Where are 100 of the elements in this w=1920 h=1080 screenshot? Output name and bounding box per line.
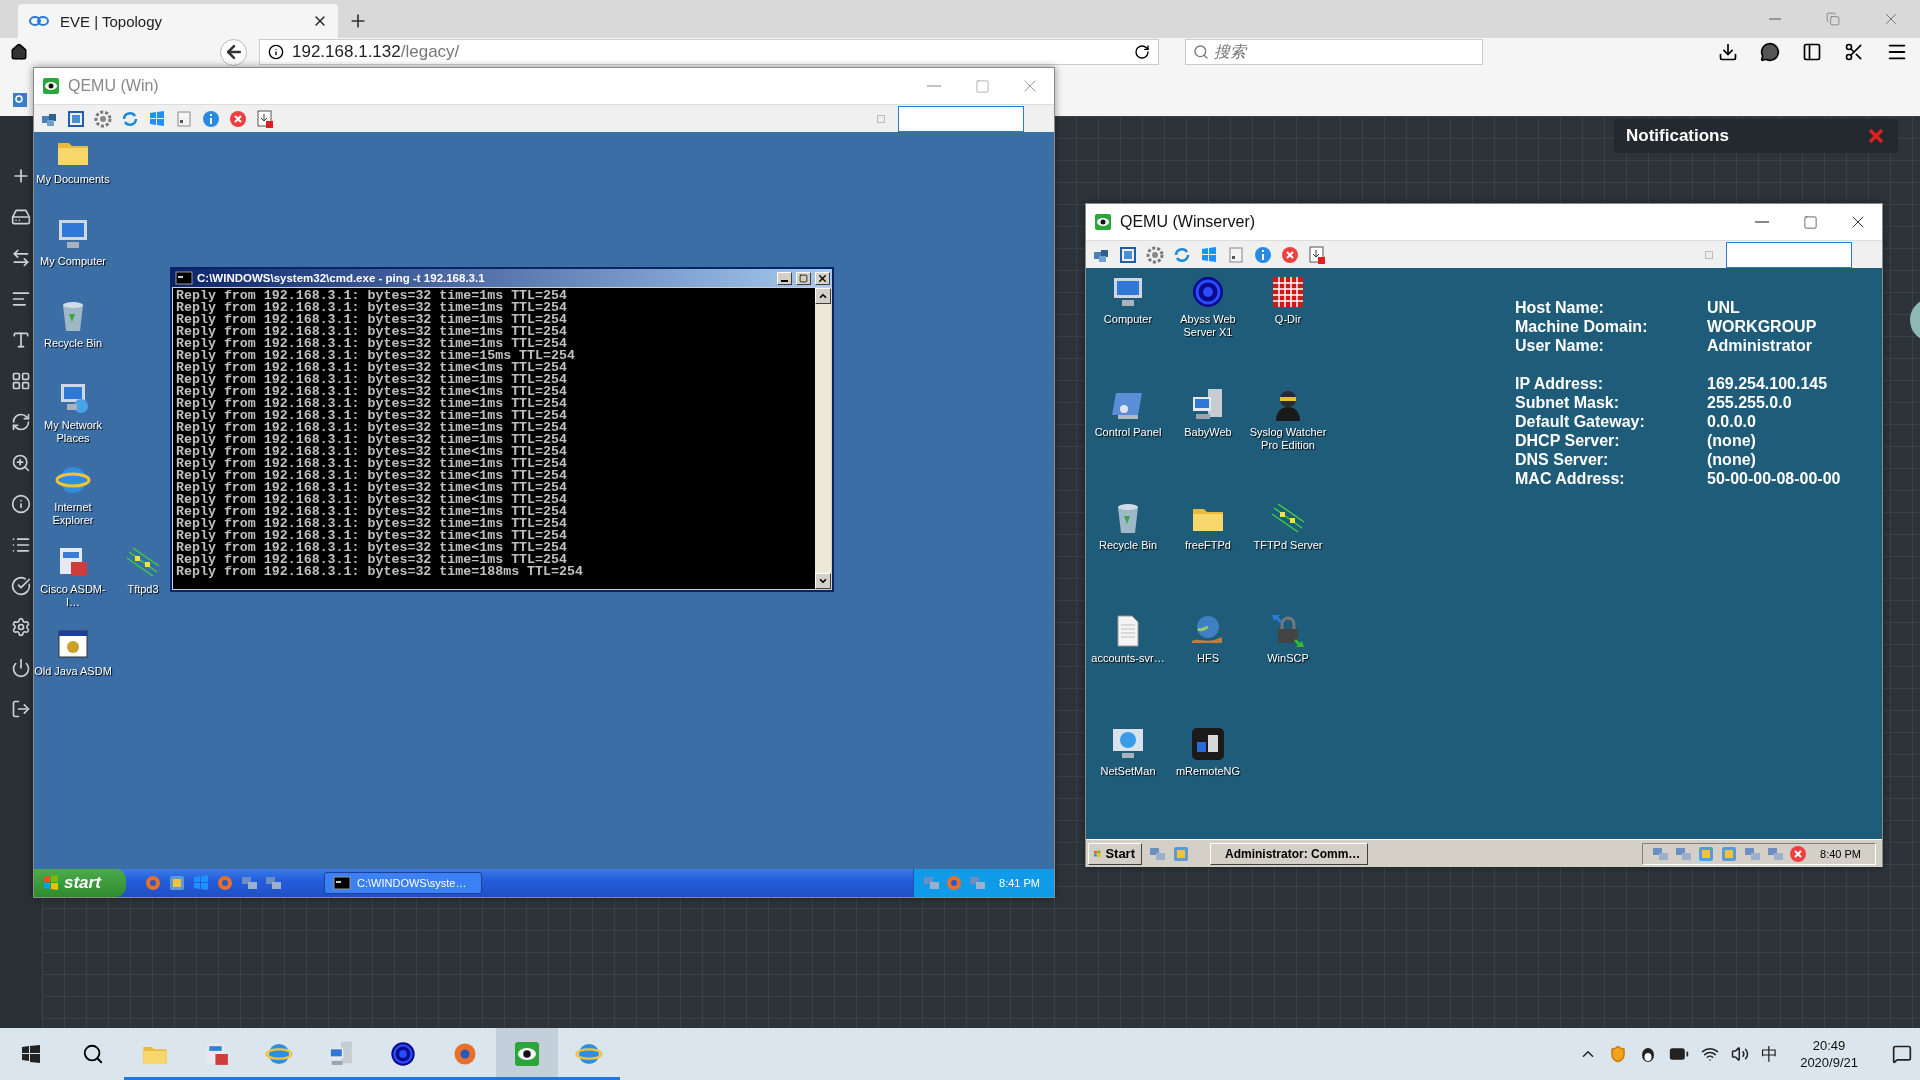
- browser-tab[interactable]: EVE | Topology: [18, 4, 338, 38]
- info-value: (none): [1707, 450, 1757, 469]
- console-line: Reply from 192.168.3.1: bytes=32 time=1ms TTL=254: [176, 554, 567, 566]
- desktop-shortcut[interactable]: My Network Places: [34, 380, 112, 445]
- refresh-icon: [1173, 245, 1191, 264]
- desktop-shortcut[interactable]: Recycle Bin: [1098, 500, 1158, 552]
- input-field[interactable]: [898, 105, 1024, 132]
- desktop-shortcut[interactable]: Q-Dir: [1270, 274, 1306, 326]
- desktop-shortcut[interactable]: accounts-svr…: [1091, 613, 1165, 665]
- quick-launch-button[interactable]: [264, 874, 282, 892]
- toolbar-button[interactable]: [254, 107, 276, 130]
- shield-icon[interactable]: [1609, 1045, 1628, 1063]
- desktop-shortcut[interactable]: Old Java ASDM: [34, 626, 112, 678]
- quick-launch-button[interactable]: [168, 874, 186, 892]
- refresh-icon[interactable]: [11, 412, 31, 432]
- reload-icon[interactable]: [1134, 44, 1150, 60]
- scroll-up-button[interactable]: [815, 288, 831, 304]
- desktop-shortcut[interactable]: My Documents: [36, 134, 110, 186]
- desktop-shortcut[interactable]: TFTPd Server: [1253, 500, 1323, 552]
- drive-icon[interactable]: [11, 207, 31, 227]
- shortcut-label: Abyss Web Server X1: [1179, 313, 1237, 339]
- home-icon[interactable]: [10, 43, 28, 61]
- maximize-icon: [974, 78, 990, 94]
- chat-icon[interactable]: [1760, 42, 1780, 62]
- volume-icon[interactable]: [1731, 1045, 1750, 1063]
- desktop-shortcut[interactable]: HFS: [1190, 613, 1226, 665]
- settings-icon: [1146, 245, 1164, 264]
- list-icon[interactable]: [11, 289, 31, 309]
- scroll-down-button[interactable]: [815, 573, 831, 589]
- info-label: IP Address:: [1515, 374, 1605, 393]
- desktop-shortcut[interactable]: Control Panel: [1094, 387, 1162, 439]
- eye-icon: [513, 1040, 541, 1068]
- logout-icon[interactable]: [11, 699, 31, 719]
- scissors-icon[interactable]: [1844, 42, 1864, 62]
- shortcut-label: WinSCP: [1267, 652, 1309, 665]
- info-label: DHCP Server:: [1515, 431, 1621, 450]
- sidebar-icon[interactable]: [1802, 42, 1822, 62]
- close-button[interactable]: [815, 271, 830, 285]
- windows-logo-icon: [148, 109, 166, 128]
- minimize-button[interactable]: [777, 271, 792, 285]
- clock[interactable]: 20:49 2020/9/21: [1800, 1037, 1858, 1071]
- desktop-shortcut[interactable]: My Computer: [40, 216, 106, 268]
- search-field[interactable]: 搜索: [1185, 39, 1483, 65]
- console-line: Reply from 192.168.3.1: bytes=32 time=1ms TTL=254: [176, 302, 568, 314]
- tftp-icon: [125, 544, 161, 580]
- document-icon: [175, 109, 193, 128]
- desktop-shortcut[interactable]: NetSetMan: [1100, 726, 1156, 778]
- notifications-icon[interactable]: [1892, 1044, 1912, 1064]
- console-line: Reply from 192.168.3.1: bytes=32 time<1ms TTL=254: [176, 386, 568, 398]
- grid-icon[interactable]: [11, 371, 31, 391]
- back-button[interactable]: [220, 38, 247, 66]
- maximize-button[interactable]: [796, 271, 811, 285]
- window-title: QEMU (Win): [68, 77, 159, 95]
- bookmark-icon[interactable]: [12, 92, 28, 108]
- desktop-shortcut[interactable]: Tftpd3: [125, 544, 161, 596]
- zoom-icon[interactable]: [11, 453, 31, 473]
- start-button[interactable]: start: [34, 869, 126, 897]
- desktop-shortcut[interactable]: Computer: [1103, 274, 1153, 326]
- minimize-icon: [927, 85, 941, 87]
- settings-icon[interactable]: [11, 617, 31, 637]
- wifi-icon[interactable]: [1701, 1045, 1720, 1063]
- start-button[interactable]: Start: [1088, 842, 1142, 865]
- download-icon[interactable]: [1718, 42, 1738, 62]
- info-icon[interactable]: [11, 494, 31, 514]
- desktop-shortcut[interactable]: Syslog Watcher Pro Edition: [1249, 387, 1327, 452]
- desktop-shortcut[interactable]: WinSCP: [1267, 613, 1309, 665]
- power-icon[interactable]: [11, 658, 31, 678]
- shortcut-label: mRemoteNG: [1175, 765, 1241, 778]
- desktop-shortcut[interactable]: BabyWeb: [1184, 387, 1232, 439]
- input-field[interactable]: [1726, 241, 1852, 268]
- quick-launch-button[interactable]: [240, 874, 258, 892]
- desktop-shortcut[interactable]: mRemoteNG: [1175, 726, 1241, 778]
- minimize-icon: [1769, 18, 1781, 20]
- console-line: Reply from 192.168.3.1: bytes=32 time<1ms TTL=254: [176, 542, 568, 554]
- arrows-icon[interactable]: [11, 248, 31, 268]
- shortcut-label: Syslog Watcher Pro Edition: [1249, 426, 1327, 452]
- taskbar-task[interactable]: Administrator: Comm…: [1210, 842, 1368, 865]
- info-value: WORKGROUP: [1707, 317, 1818, 336]
- list-icon[interactable]: [11, 535, 31, 555]
- text-icon[interactable]: [11, 330, 31, 350]
- url-text: 192.168.1.132/legacy/: [292, 42, 461, 62]
- desktop-shortcut[interactable]: freeFTPd: [1185, 500, 1231, 552]
- console-line: Reply from 192.168.3.1: bytes=32 time<1ms TTL=254: [176, 482, 568, 494]
- desktop-shortcut[interactable]: Abyss Web Server X1: [1169, 274, 1247, 339]
- console-line: Reply from 192.168.3.1: bytes=32 time=1ms TTL=254: [176, 398, 568, 410]
- console-line: Reply from 192.168.3.1: bytes=32 time=1ms TTL=254: [176, 506, 568, 518]
- console-title: C:\WINDOWS\system32\cmd.exe - ping -t 192.168.3.1: [197, 272, 486, 284]
- close-icon: [817, 272, 828, 284]
- toolbar-button[interactable]: [1306, 243, 1328, 266]
- taskbar-task[interactable]: C:\WINDOWS\syste…: [324, 872, 482, 894]
- app-icon: [945, 874, 964, 892]
- desktop-shortcut[interactable]: Recycle Bin: [43, 298, 103, 350]
- input-method-indicator[interactable]: 中: [1761, 1042, 1779, 1066]
- desktop-shortcut[interactable]: Internet Explorer: [34, 462, 112, 527]
- scrollbar[interactable]: [815, 288, 831, 589]
- console-line: Reply from 192.168.3.1: bytes=32 time=1ms TTL=254: [176, 314, 568, 326]
- desktop-shortcut[interactable]: Cisco ASDM-I…: [34, 544, 112, 609]
- close-icon: [229, 109, 247, 128]
- check-icon[interactable]: [11, 576, 31, 596]
- url-field[interactable]: 192.168.1.132/legacy/: [259, 39, 1159, 65]
